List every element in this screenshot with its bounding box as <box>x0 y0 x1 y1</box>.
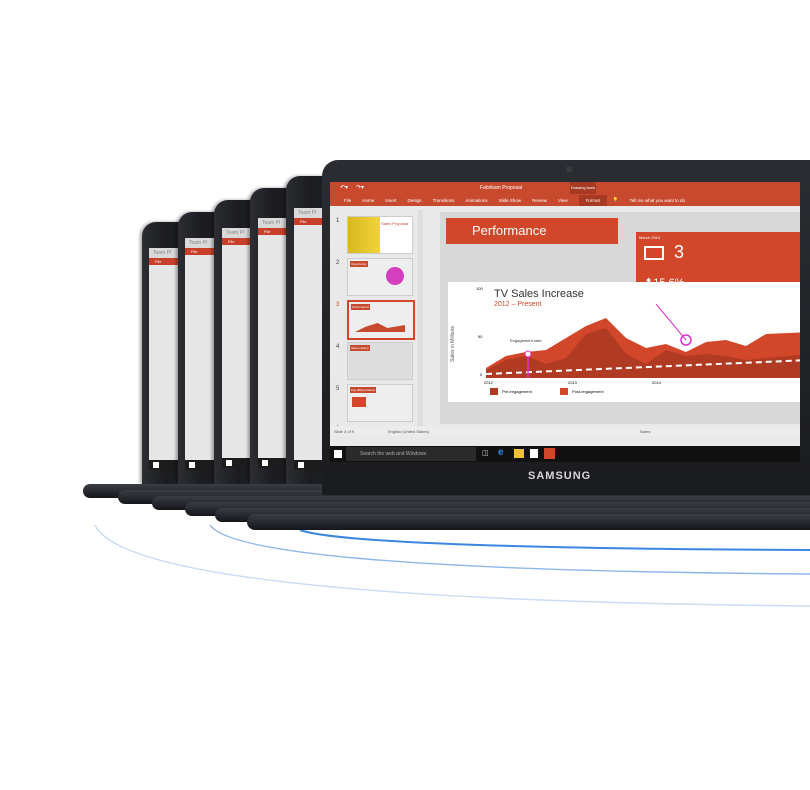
legend-swatch-pre <box>490 388 498 395</box>
windows-icon <box>189 462 195 468</box>
notes-button[interactable]: Notes <box>640 429 650 434</box>
tab-design[interactable]: Design <box>408 198 422 203</box>
slide-thumbnail-1[interactable]: Sales Proposal <box>347 216 413 254</box>
taskbar-search[interactable]: Search the web and Windows <box>346 447 476 461</box>
start-icon[interactable] <box>334 450 342 458</box>
windows-icon <box>153 462 159 468</box>
tab-transitions[interactable]: Transitions <box>433 198 455 203</box>
ribbon-tabs: File Home Insert Design Transitions Anim… <box>330 194 800 206</box>
engagement-annotation: Engagement start <box>510 338 542 343</box>
file-explorer-icon[interactable] <box>514 449 524 458</box>
pie-thumb-icon <box>386 267 404 285</box>
slide-heading: Performance <box>446 218 618 244</box>
tab-format[interactable]: Format <box>578 194 607 206</box>
legend-swatch-post <box>560 388 568 395</box>
tell-me-box[interactable]: Tell me what you want to do <box>630 198 686 203</box>
slide-thumbnail-3-selected[interactable]: Performance <box>347 300 415 340</box>
powerpoint-window: ↶▾ ↷▾ Fabrikam Proposal Drawing tools Fi… <box>330 182 800 462</box>
lightbulb-icon: 💡 <box>612 197 619 202</box>
tab-review[interactable]: Review <box>532 198 547 203</box>
laptop-main: ↶▾ ↷▾ Fabrikam Proposal Drawing tools Fi… <box>322 160 810 495</box>
windows-icon <box>298 462 304 468</box>
task-view-icon[interactable]: ◫ <box>482 449 489 457</box>
slide-thumbnail-2[interactable]: Opportunity <box>347 258 413 296</box>
windows-icon <box>226 460 232 466</box>
tab-animations[interactable]: Animations <box>465 198 487 203</box>
status-bar: Slide 3 of 9 English (United States) Not… <box>330 426 800 436</box>
slide-thumbnail-5[interactable]: Key differentiators <box>347 384 413 422</box>
samsung-logo: SAMSUNG <box>528 470 592 482</box>
redo-icon[interactable]: ↷▾ <box>356 184 364 191</box>
webcam <box>566 166 572 172</box>
slide-thumbnail-4[interactable]: Sales History <box>347 342 413 380</box>
tab-file[interactable]: File <box>344 198 351 203</box>
windows-icon <box>262 460 268 466</box>
document-title: Fabrikam Proposal <box>480 185 522 191</box>
undo-icon[interactable]: ↶▾ <box>340 184 348 191</box>
powerpoint-taskbar-icon[interactable] <box>544 448 555 459</box>
tab-home[interactable]: Home <box>362 198 374 203</box>
title-bar: ↶▾ ↷▾ Fabrikam Proposal Drawing tools <box>330 182 800 194</box>
drawing-tools-label: Drawing tools <box>570 182 596 194</box>
tv-icon <box>644 246 664 260</box>
wave-line-3 <box>299 529 810 551</box>
sales-chart: TV Sales Increase 2012 – Present Sales i… <box>448 282 800 402</box>
thumbnail-pane: 1 Sales Proposal 2 Opportunity 3 Perform… <box>330 206 426 436</box>
camera-thumb-icon <box>352 397 366 407</box>
edge-icon[interactable]: e <box>498 447 504 458</box>
thumbnail-scrollbar[interactable] <box>418 210 423 430</box>
store-icon[interactable] <box>530 449 538 458</box>
tab-slide-show[interactable]: Slide Show <box>499 198 522 203</box>
slide-canvas: Performance March 2014 3 ⬆15.6% TV Sales… <box>440 212 800 424</box>
laptop-base-6 <box>247 514 810 530</box>
windows-taskbar: Search the web and Windows ◫ e <box>330 446 800 462</box>
tab-insert[interactable]: Insert <box>385 198 396 203</box>
tab-view[interactable]: View <box>558 198 568 203</box>
